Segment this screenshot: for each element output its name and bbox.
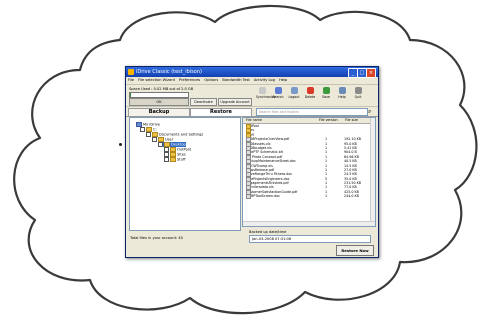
ok-button[interactable]: OK <box>129 98 189 106</box>
total-files-text: Total files in your account: 40 <box>130 236 183 240</box>
checkbox-icon[interactable] <box>164 157 169 162</box>
restore-now-button[interactable]: Restore Now <box>336 245 374 256</box>
footer: Total files in your account: 40 Backed u… <box>126 229 378 257</box>
help-label: Help <box>338 95 346 99</box>
menu-activity-log[interactable]: Activity Log <box>254 78 275 82</box>
header-file-version[interactable]: File version <box>319 118 338 123</box>
file-icon <box>246 194 251 200</box>
search-tool-button[interactable]: Search <box>272 87 284 99</box>
space-used-text: Space Used : 0.02 MB out of 2.0 GB <box>129 87 194 91</box>
tree-item-stuff[interactable]: Stuff <box>164 157 185 162</box>
quit-icon <box>354 87 362 94</box>
quit-label: Quit <box>354 95 362 99</box>
space-progress-fill <box>130 93 131 97</box>
close-icon[interactable]: × <box>366 68 376 78</box>
checkbox-icon[interactable] <box>158 142 163 147</box>
delete-label: Delete <box>304 95 316 99</box>
delete-tool-button[interactable]: Delete <box>304 87 316 99</box>
menu-file[interactable]: File <box>128 78 134 82</box>
magnifier-icon[interactable]: ⌕ <box>368 108 371 115</box>
quit-tool-button[interactable]: Quit <box>352 87 364 99</box>
menu-preferences[interactable]: Preferences <box>179 78 200 82</box>
file-name-cell: SNMPToolScreen.doc <box>246 194 281 200</box>
mouse-pointer-icon <box>119 143 122 146</box>
search-label: Search <box>272 95 284 99</box>
tab-row: Backup Restore Search files and folders … <box>126 107 378 117</box>
app-icon <box>128 69 134 75</box>
search-input[interactable]: Search files and folders <box>256 108 368 116</box>
logout-tool-button[interactable]: Logout <box>288 87 300 99</box>
backed-up-label: Backed up date/time <box>249 230 287 234</box>
menu-bandwidth-test[interactable]: Bandwidth Test <box>222 78 249 82</box>
folder-icon <box>170 157 176 162</box>
tab-backup[interactable]: Backup <box>128 108 190 116</box>
checkbox-icon[interactable] <box>152 137 157 142</box>
delete-icon <box>306 87 314 94</box>
help-icon <box>338 87 346 94</box>
upgrade-account-button[interactable]: Upgrade Account <box>218 98 252 106</box>
folder-tree: My iDrive C: Documents and Settings User… <box>129 117 241 231</box>
table-row[interactable]: SNMPToolScreen.doc 1 244.0 KB <box>243 194 375 200</box>
deactivate-button[interactable]: Deactivate <box>190 98 217 106</box>
tab-restore[interactable]: Restore <box>190 108 252 116</box>
toolbar-area: Space Used : 0.02 MB out of 2.0 GB OK De… <box>126 85 378 107</box>
horizontal-scrollbar[interactable] <box>243 221 375 226</box>
vertical-scrollbar[interactable] <box>370 118 375 226</box>
file-version-cell: 1 <box>325 194 328 199</box>
menu-help[interactable]: Help <box>279 78 287 82</box>
help-tool-button[interactable]: Help <box>336 87 348 99</box>
menu-bar: File File selection Wizard Preferences O… <box>126 77 378 85</box>
save-label: Save <box>322 95 330 99</box>
save-icon <box>322 87 330 94</box>
header-file-name[interactable]: File name <box>246 118 262 123</box>
app-window: iDrive Classic (test_ibison) _ □ × File … <box>125 66 379 258</box>
checkbox-icon[interactable] <box>146 132 151 137</box>
logout-icon <box>290 87 298 94</box>
file-size-cell: 244.0 KB <box>344 194 359 199</box>
window-title: iDrive Classic (test_ibison) <box>136 69 202 75</box>
sync-icon <box>258 87 266 94</box>
logout-label: Logout <box>288 95 300 99</box>
search-icon <box>274 87 282 94</box>
backed-up-date-select[interactable]: Jan-03-2008 07:31:06 <box>249 235 371 243</box>
menu-file-selection-wizard[interactable]: File selection Wizard <box>138 78 175 82</box>
sync-tool-button[interactable]: Synchronize <box>256 87 275 99</box>
title-bar: iDrive Classic (test_ibison) _ □ × <box>126 67 378 78</box>
menu-options[interactable]: Options <box>204 78 218 82</box>
header-file-size[interactable]: File size <box>345 118 358 123</box>
save-tool-button[interactable]: Save <box>320 87 332 99</box>
checkbox-icon[interactable] <box>140 127 145 132</box>
file-list: File name File version File size OutPost… <box>242 117 376 227</box>
file-list-rows: OutPostSitesStuff2008ProjectsOverView.pd… <box>243 124 375 200</box>
